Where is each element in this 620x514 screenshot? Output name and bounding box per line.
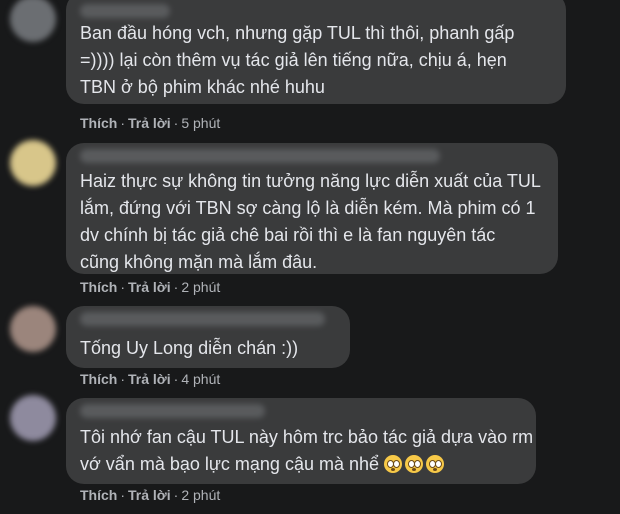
reply-button[interactable]: Trả lời: [128, 487, 171, 503]
like-button[interactable]: Thích: [80, 279, 117, 295]
comment-text-line: Ban đầu hóng vch, nhưng gặp TUL thì thôi…: [80, 23, 515, 43]
separator: ·: [120, 487, 126, 503]
timestamp[interactable]: 4 phút: [181, 371, 220, 387]
avatar[interactable]: [10, 395, 56, 441]
comment-actions: Thích · Trả lời · 2 phút: [80, 487, 220, 503]
comment-actions: Thích · Trả lời · 5 phút: [80, 115, 220, 131]
timestamp[interactable]: 2 phút: [181, 279, 220, 295]
separator: ·: [173, 371, 179, 387]
like-button[interactable]: Thích: [80, 487, 117, 503]
comment-text-line: lắm, đứng với TBN sợ càng lộ là diễn kém…: [80, 198, 536, 218]
like-button[interactable]: Thích: [80, 371, 117, 387]
separator: ·: [120, 279, 126, 295]
comment-text-line: vớ vẩn mà bạo lực mạng cậu mà nhể: [80, 451, 447, 478]
avatar[interactable]: [10, 0, 56, 42]
comment-feed: Ban đầu hóng vch, nhưng gặp TUL thì thôi…: [0, 0, 620, 514]
separator: ·: [173, 279, 179, 295]
comment-bubble: Haiz thực sự không tin tưởng năng lực di…: [66, 143, 558, 274]
comment-bubble: Tống Uy Long diễn chán :)): [66, 306, 350, 368]
author-name[interactable]: [80, 404, 265, 418]
author-name[interactable]: [80, 149, 440, 163]
comment-text-line: Haiz thực sự không tin tưởng năng lực di…: [80, 171, 541, 191]
comment-text-fragment: vớ vẩn mà bạo lực mạng cậu mà nhể: [80, 454, 380, 474]
avatar[interactable]: [10, 306, 56, 352]
flushed-face-icon: [384, 455, 403, 473]
comment-actions: Thích · Trả lời · 4 phút: [80, 371, 220, 387]
comment-text-line: Tống Uy Long diễn chán :)): [80, 338, 299, 358]
author-name[interactable]: [80, 312, 325, 326]
flushed-face-icon: [426, 455, 445, 473]
comment-actions: Thích · Trả lời · 2 phút: [80, 279, 220, 295]
timestamp[interactable]: 5 phút: [181, 115, 220, 131]
comment-text-line: dv chính bị tác giả chê bai rồi thì e là…: [80, 225, 496, 245]
comment-text-line: TBN ở bộ phim khác nhé huhu: [80, 77, 325, 97]
comment-bubble: Tôi nhớ fan cậu TUL này hôm trc bảo tác …: [66, 398, 536, 484]
reply-button[interactable]: Trả lời: [128, 115, 171, 131]
flushed-face-icon: [405, 455, 424, 473]
reply-button[interactable]: Trả lời: [128, 279, 171, 295]
comment-text-line: Tôi nhớ fan cậu TUL này hôm trc bảo tác …: [80, 427, 534, 447]
separator: ·: [173, 487, 179, 503]
comment-text-line: cũng không mặn mà lắm đâu.: [80, 252, 318, 272]
avatar[interactable]: [10, 140, 56, 186]
separator: ·: [120, 115, 126, 131]
like-button[interactable]: Thích: [80, 115, 117, 131]
reply-button[interactable]: Trả lời: [128, 371, 171, 387]
separator: ·: [173, 115, 179, 131]
separator: ·: [120, 371, 126, 387]
timestamp[interactable]: 2 phút: [181, 487, 220, 503]
comment-bubble: Ban đầu hóng vch, nhưng gặp TUL thì thôi…: [66, 0, 566, 104]
author-name[interactable]: [80, 4, 170, 18]
comment-text-line: =)))) lại còn thêm vụ tác giả lên tiếng …: [80, 50, 507, 70]
